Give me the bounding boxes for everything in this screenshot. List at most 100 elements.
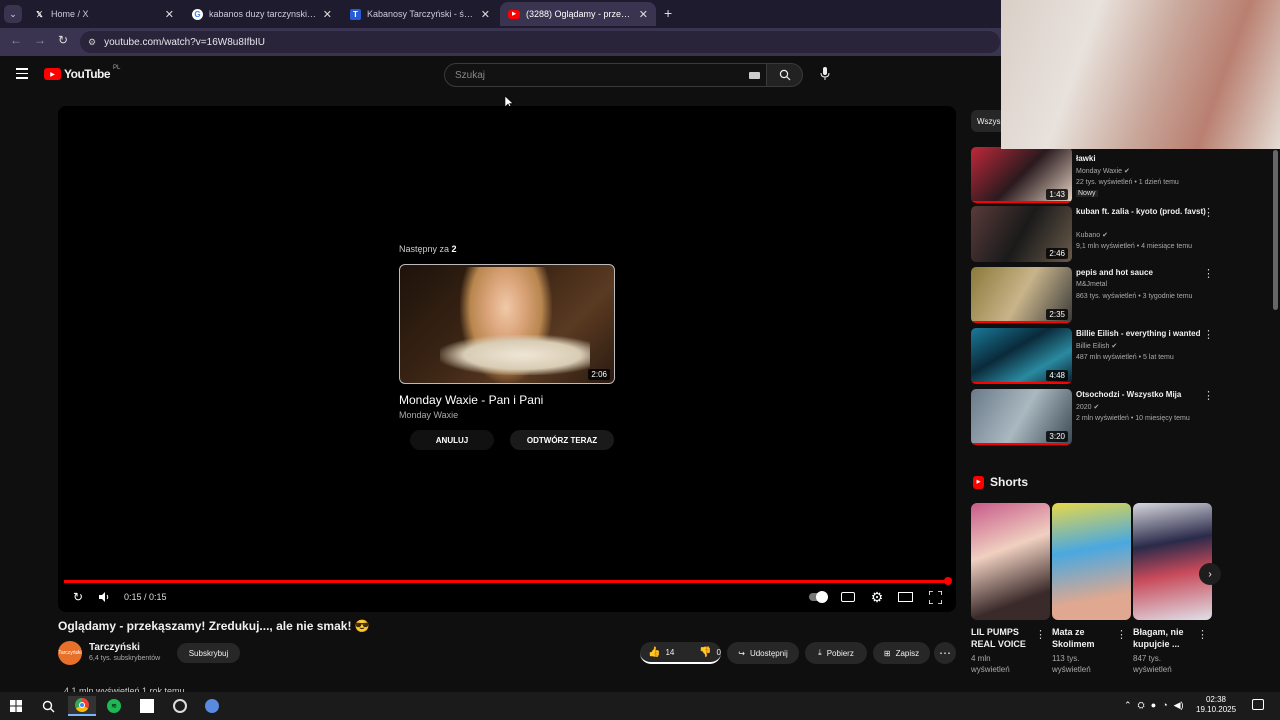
next-video-thumbnail[interactable]: 2:06 <box>399 264 615 384</box>
short-title[interactable]: Mata ze Skolimem <box>1052 626 1118 650</box>
video-thumbnail[interactable]: 3:20 <box>971 389 1072 445</box>
video-meta: 22 tys. wyświetleń • 1 dzień temu <box>1076 179 1179 186</box>
more-options-icon[interactable]: ⋮ <box>1116 628 1127 641</box>
more-options-icon[interactable]: ⋮ <box>1035 628 1046 641</box>
obs-icon[interactable] <box>170 696 190 716</box>
chrome-icon[interactable] <box>68 696 96 716</box>
cancel-autoplay-button[interactable]: ANULUJ <box>410 430 494 450</box>
search-icon[interactable] <box>38 696 58 716</box>
shorts-next-arrow-icon[interactable]: › <box>1199 563 1221 585</box>
system-tray[interactable]: ⌃ ⛭ ● ◔ ◀) <box>1124 700 1184 711</box>
speaker-icon[interactable]: ◀) <box>1174 700 1184 711</box>
spotify-icon[interactable]: ≋ <box>104 696 124 716</box>
close-icon[interactable]: ✕ <box>639 8 648 21</box>
app-icon[interactable] <box>137 696 157 716</box>
settings-gear-icon[interactable]: ⚙ <box>869 589 885 605</box>
more-options-icon[interactable]: ⋮ <box>1203 267 1214 280</box>
autoplay-toggle[interactable] <box>808 589 828 605</box>
windows-start-icon[interactable] <box>6 696 26 716</box>
short-title[interactable]: LIL PUMPS REAL VOICE <box>971 626 1037 650</box>
more-options-icon[interactable]: ⋮ <box>1203 389 1214 402</box>
related-video[interactable]: 4:48 Billie Eilish - everything i wanted… <box>971 328 1271 386</box>
next-video-title[interactable]: Monday Waxie - Pan i Pani <box>399 393 543 407</box>
play-now-button[interactable]: ODTWÓRZ TERAZ <box>510 430 614 450</box>
forward-arrow-icon[interactable]: → <box>34 33 46 47</box>
close-icon[interactable]: ✕ <box>481 8 490 21</box>
chevron-up-icon[interactable]: ⌃ <box>1124 700 1132 711</box>
app-blue-icon[interactable] <box>202 696 222 716</box>
video-thumbnail[interactable]: 2:46 <box>971 206 1072 262</box>
site-info-icon[interactable]: ⚙ <box>88 37 96 48</box>
more-actions-button[interactable]: ⋯ <box>934 642 956 664</box>
video-meta: 487 mln wyświetleń • 5 lat temu <box>1076 354 1174 361</box>
url-field[interactable]: ⚙ youtube.com/watch?v=16W8u8IfbIU <box>80 31 1000 53</box>
network-icon[interactable]: ⛭ <box>1138 700 1145 711</box>
video-thumbnail[interactable]: 4:48 <box>971 328 1072 384</box>
related-video[interactable]: 2:46 kuban ft. zalia - kyoto (prod. favs… <box>971 206 1271 264</box>
like-button[interactable]: 👍 14 👎 0 <box>640 642 721 664</box>
save-button[interactable]: ⊞ Zapisz <box>873 642 930 664</box>
theater-mode-icon[interactable] <box>897 589 913 605</box>
replay-icon[interactable]: ↻ <box>70 589 86 605</box>
share-label: Udostępnij <box>749 648 788 658</box>
new-tab-button[interactable]: + <box>664 5 672 21</box>
microphone-icon[interactable]: ● <box>1151 700 1156 711</box>
more-options-icon[interactable]: ⋮ <box>1197 628 1208 641</box>
short-thumbnail[interactable] <box>971 503 1050 620</box>
video-thumbnail[interactable]: 1:43 <box>971 147 1072 203</box>
channel-name[interactable]: Tarczyński <box>89 642 140 653</box>
youtube-logo[interactable]: ▶ YouTube PL <box>44 65 121 81</box>
video-duration: 3:20 <box>1046 431 1068 442</box>
tab-x-home[interactable]: 𝕏 Home / X ✕ <box>26 2 182 26</box>
close-icon[interactable]: ✕ <box>323 8 332 21</box>
clock[interactable]: 02:38 19.10.2025 <box>1196 695 1236 715</box>
short-thumbnail[interactable] <box>1133 503 1212 620</box>
channel-avatar[interactable]: Tarczyński <box>58 641 82 665</box>
tab-label: kabanos duzy tarczynski wieprz <box>209 9 317 19</box>
youtube-play-icon: ▶ <box>44 68 61 80</box>
more-options-icon[interactable]: ⋮ <box>1203 328 1214 341</box>
related-video[interactable]: 3:20 Otsochodzi - Wszystko Mija 2020 ✔ 2… <box>971 389 1271 447</box>
windows-taskbar <box>0 692 1280 720</box>
related-video[interactable]: 1:43 ławki Monday Waxie ✔ 22 tys. wyświe… <box>971 147 1271 205</box>
thumbs-down-icon[interactable]: 👎 <box>699 647 711 658</box>
scrollbar-thumb[interactable] <box>1273 150 1278 310</box>
more-options-icon[interactable]: ⋮ <box>1203 206 1214 219</box>
search-placeholder: Szukaj <box>455 69 486 81</box>
progress-bar[interactable] <box>64 580 948 583</box>
subtitles-icon[interactable] <box>840 589 856 605</box>
fullscreen-icon[interactable] <box>927 589 943 605</box>
video-meta: 9,1 mln wyświetleń • 4 miesiące temu <box>1076 243 1193 250</box>
back-arrow-icon[interactable]: ← <box>10 33 22 47</box>
youtube-icon: ▶ <box>508 9 520 19</box>
progress-scrubber[interactable] <box>944 577 952 585</box>
video-thumbnail[interactable]: 2:35 <box>971 267 1072 323</box>
next-video-channel[interactable]: Monday Waxie <box>399 410 458 420</box>
notifications-icon[interactable] <box>1252 699 1264 710</box>
microphone-icon[interactable] <box>820 67 830 86</box>
close-icon[interactable]: ✕ <box>165 8 174 21</box>
short-title[interactable]: Błagam, nie kupujcie ... <box>1133 626 1199 650</box>
channel-label: Kubano <box>1076 232 1101 239</box>
region-label: PL <box>113 65 121 71</box>
download-button[interactable]: ⤓ Pobierz <box>805 642 867 664</box>
tab-tarczynski[interactable]: T Kabanosy Tarczyński - świetna ✕ <box>342 2 498 26</box>
search-button[interactable] <box>766 63 803 87</box>
clock-time: 02:38 <box>1205 695 1227 704</box>
tab-youtube[interactable]: ▶ (3288) Oglądamy - przekąszam ✕ <box>500 2 656 26</box>
related-video[interactable]: 2:35 pepis and hot sauce M&Jmetal 863 ty… <box>971 267 1271 325</box>
subscriber-count: 6,4 tys. subskrybentów <box>89 655 161 662</box>
short-thumbnail[interactable] <box>1052 503 1131 620</box>
subscribe-button[interactable]: Subskrybuj <box>177 643 240 663</box>
menu-icon[interactable] <box>16 68 28 79</box>
download-icon: ⤓ <box>818 648 822 657</box>
search-input[interactable]: Szukaj <box>444 63 767 87</box>
share-button[interactable]: ↪ Udostępnij <box>727 642 799 664</box>
keyboard-icon[interactable] <box>749 72 760 79</box>
tab-google-search[interactable]: G kabanos duzy tarczynski wieprz ✕ <box>184 2 340 26</box>
volume-icon[interactable] <box>97 589 113 605</box>
tab-list-button[interactable]: ⌄ <box>4 5 22 23</box>
channel-label: Monday Waxie <box>1076 168 1123 175</box>
reload-icon[interactable]: ↻ <box>58 33 68 47</box>
wifi-icon[interactable]: ◔ <box>1162 700 1167 711</box>
